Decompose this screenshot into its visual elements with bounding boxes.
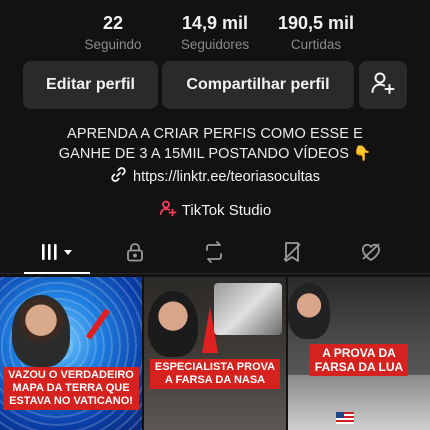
tab-favorites[interactable] (257, 236, 327, 273)
edit-profile-button[interactable]: Editar perfil (23, 61, 158, 109)
moon-surface (288, 375, 430, 430)
caption-line: A PROVA DA (322, 346, 396, 360)
tiktok-studio-link[interactable]: TikTok Studio (0, 199, 430, 221)
caption-line: VAZOU O VERDADEIRO (8, 369, 134, 381)
video-grid: VAZOU O VERDADEIRO MAPA DA TERRA QUE EST… (0, 277, 430, 430)
tab-reposts[interactable] (179, 236, 249, 273)
likes-stat[interactable]: 190,5 mil Curtidas (261, 12, 371, 53)
caption-line: FARSA DA LUA (314, 360, 404, 374)
repost-icon (202, 241, 226, 268)
studio-label[interactable]: TikTok Studio (182, 202, 271, 219)
link-icon (110, 166, 127, 187)
bookmark-icon (280, 241, 304, 268)
video-thumbnail[interactable]: A PROVA DA FARSA DA LUA (288, 277, 430, 430)
presenter-figure (148, 291, 198, 357)
tab-videos[interactable] (22, 236, 92, 274)
presenter-figure (12, 295, 70, 367)
presenter-figure (288, 283, 330, 339)
following-count: 22 (102, 13, 124, 33)
caption-line: A FARSA DA NASA (164, 374, 266, 386)
following-label: Seguindo (84, 37, 142, 52)
video-caption: VAZOU O VERDADEIRO MAPA DA TERRA QUE EST… (3, 367, 139, 410)
flag-image (336, 412, 354, 424)
caption-line: ESPECIALISTA PROVA (154, 361, 276, 373)
satellite-image (214, 283, 282, 335)
followers-count: 14,9 mil (181, 13, 249, 33)
add-friend-button[interactable] (359, 61, 407, 109)
followers-label: Seguidores (180, 37, 250, 52)
heart-icon (359, 241, 383, 268)
video-thumbnail[interactable]: ESPECIALISTA PROVA A FARSA DA NASA (144, 277, 286, 430)
caption-line: MAPA DA TERRA QUE (12, 382, 130, 394)
caption-line: ESTAVA NO VATICANO! (9, 395, 133, 407)
share-profile-button[interactable]: Compartilhar perfil (162, 61, 354, 109)
video-caption: ESPECIALISTA PROVA A FARSA DA NASA (149, 359, 281, 389)
video-caption: A PROVA DA FARSA DA LUA (309, 344, 409, 376)
tab-private[interactable] (100, 236, 170, 273)
tab-liked[interactable] (336, 236, 406, 273)
following-stat[interactable]: 22 Seguindo (58, 12, 168, 53)
bio-link[interactable]: https://linktr.ee/teoriasocultas (0, 166, 430, 187)
profile-tabs (0, 236, 430, 274)
bio-line-1: APRENDA A CRIAR PERFIS COMO ESSE E (67, 126, 363, 142)
bio-line-2: GANHE DE 3 A 15MIL POSTANDO VÍDEOS 👇 (58, 146, 372, 162)
profile-bio: APRENDA A CRIAR PERFIS COMO ESSE E GANHE… (20, 124, 410, 164)
studio-user-icon (159, 199, 177, 221)
video-thumbnail[interactable]: VAZOU O VERDADEIRO MAPA DA TERRA QUE EST… (0, 277, 142, 430)
likes-label: Curtidas (290, 37, 342, 52)
bio-link-text[interactable]: https://linktr.ee/teoriasocultas (133, 169, 320, 185)
lock-icon (124, 241, 146, 268)
grid-icon (40, 242, 74, 267)
followers-stat[interactable]: 14,9 mil Seguidores (160, 12, 270, 53)
add-user-icon (370, 70, 396, 101)
likes-count: 190,5 mil (277, 13, 355, 33)
profile-stats: 22 Seguindo 14,9 mil Seguidores 190,5 mi… (0, 12, 430, 56)
